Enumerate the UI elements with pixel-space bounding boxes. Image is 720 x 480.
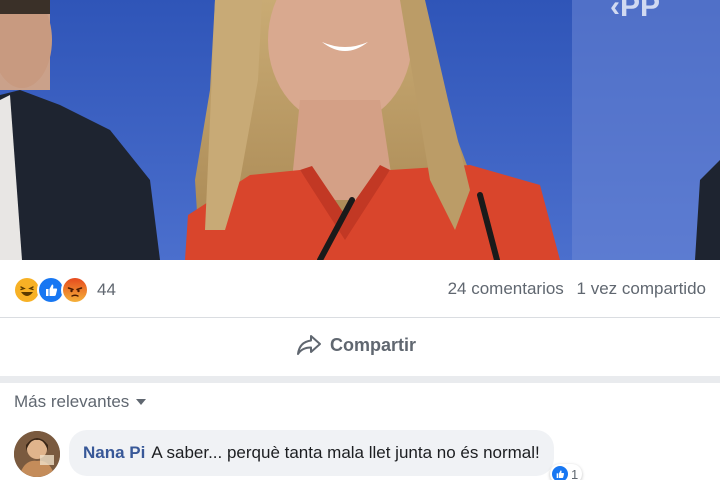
comment-author[interactable]: Nana Pi (83, 443, 145, 463)
comment-item: Nana Pi A saber... perquè tanta mala lle… (14, 430, 714, 480)
comment-reaction-count: 1 (571, 466, 579, 480)
svg-text:‹PP: ‹PP (610, 0, 660, 23)
avatar-image (14, 431, 60, 477)
post-photo-image: ‹PP (0, 0, 720, 260)
reaction-count: 44 (97, 280, 116, 299)
share-arrow-icon (297, 335, 321, 355)
comment-bubble: Nana Pi A saber... perquè tanta mala lle… (69, 430, 554, 476)
like-icon (552, 466, 568, 480)
post-photo[interactable]: ‹PP (0, 0, 720, 260)
comment-text: A saber... perquè tanta mala llet junta … (151, 443, 540, 462)
comment-sort-dropdown[interactable]: Más relevantes (14, 392, 147, 412)
facebook-post: ‹PP 44 24 comentarios 1 vez compartido C… (0, 0, 720, 480)
post-stats: 24 comentarios 1 vez compartido (440, 279, 706, 299)
share-button[interactable]: Compartir (296, 334, 416, 356)
avatar[interactable] (14, 431, 60, 477)
comment-reaction-badge[interactable]: 1 (550, 464, 583, 480)
reaction-summary-bar: 44 24 comentarios 1 vez compartido (0, 262, 720, 318)
reactions-summary[interactable]: 44 (13, 276, 116, 304)
comment-sort-label: Más relevantes (14, 392, 130, 411)
angry-icon (61, 276, 89, 304)
shares-count-link[interactable]: 1 vez compartido (577, 279, 706, 298)
comments-count-link[interactable]: 24 comentarios (448, 279, 564, 298)
post-action-bar: Compartir (0, 318, 720, 383)
share-button-label: Compartir (330, 334, 417, 355)
caret-down-icon (136, 399, 147, 405)
